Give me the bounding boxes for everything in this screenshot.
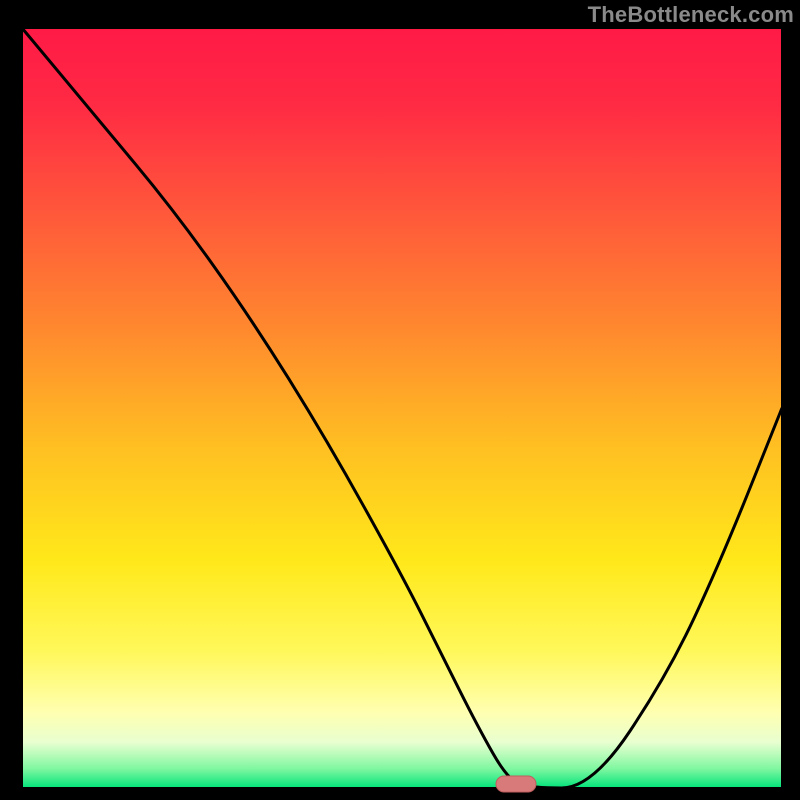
- optimal-marker: [496, 776, 536, 792]
- watermark-text: TheBottleneck.com: [588, 2, 794, 28]
- bottleneck-chart: [0, 0, 800, 800]
- chart-container: TheBottleneck.com: [0, 0, 800, 800]
- plot-background: [22, 28, 782, 788]
